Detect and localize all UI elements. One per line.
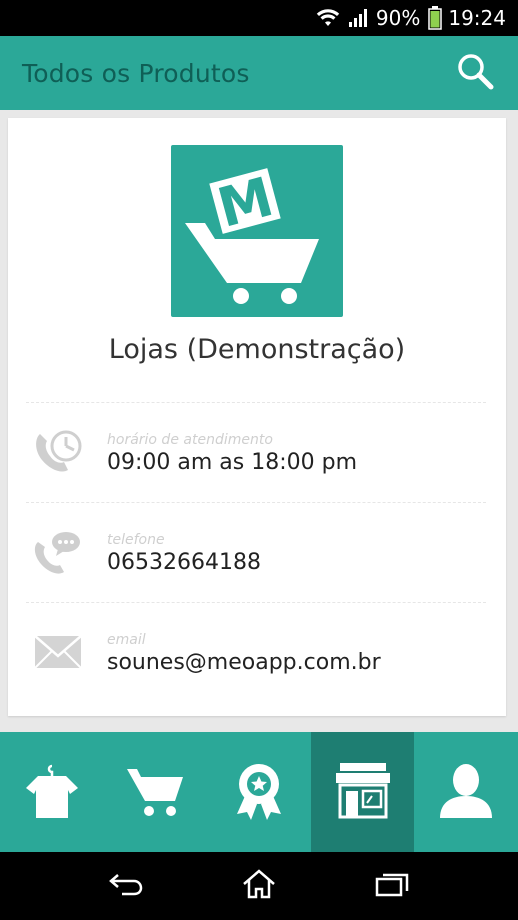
info-row-email[interactable]: email sounes@meoapp.com.br [8,604,506,702]
user-icon [438,762,494,823]
home-button[interactable] [229,861,289,911]
clothing-hanger-icon [24,760,80,825]
app-bar: Todos os Produtos [0,36,518,110]
clock-phone-icon [32,428,86,476]
store-name: Lojas (Demonstração) [108,334,406,365]
nav-item-clothing[interactable] [0,732,104,852]
recent-apps-icon [375,871,409,902]
store-card: M Lojas (Demonstração) horário de atendi [8,118,506,716]
phone-value[interactable]: 06532664188 [107,550,261,575]
recent-apps-button[interactable] [362,861,422,911]
nav-item-awards[interactable] [207,732,311,852]
back-button[interactable] [96,861,156,911]
info-row-phone[interactable]: telefone 06532664188 [8,504,506,602]
battery-icon [428,6,443,30]
nav-item-store[interactable] [310,732,415,852]
cart-icon [125,761,185,824]
envelope-icon [32,628,86,676]
clock-time: 19:24 [448,6,506,30]
page-title: Todos os Produtos [22,58,250,88]
nav-item-profile[interactable] [414,732,518,852]
hours-label: horário de atendimento [107,432,273,448]
store-icon [334,761,392,824]
signal-icon [348,8,370,28]
back-icon [108,871,144,902]
divider [26,602,486,603]
info-row-hours: horário de atendimento 09:00 am as 18:00… [8,404,506,502]
battery-percent: 90% [375,6,421,30]
bottom-nav [0,732,518,852]
hours-value: 09:00 am as 18:00 pm [107,450,358,475]
phone-label: telefone [107,532,165,548]
email-label: email [107,632,146,648]
search-icon [455,51,495,96]
email-value[interactable]: sounes@meoapp.com.br [107,650,381,675]
nav-item-cart[interactable] [104,732,208,852]
divider [26,502,486,503]
search-button[interactable] [450,48,500,98]
store-logo: M [171,145,343,317]
system-nav-bar [0,852,518,920]
phone-chat-icon [32,528,86,576]
award-badge-icon [235,760,283,825]
content-area: M Lojas (Demonstração) horário de atendi [0,110,518,732]
home-icon [242,868,276,904]
wifi-icon [316,8,340,28]
divider [26,402,486,403]
status-bar: 90% 19:24 [0,0,518,36]
